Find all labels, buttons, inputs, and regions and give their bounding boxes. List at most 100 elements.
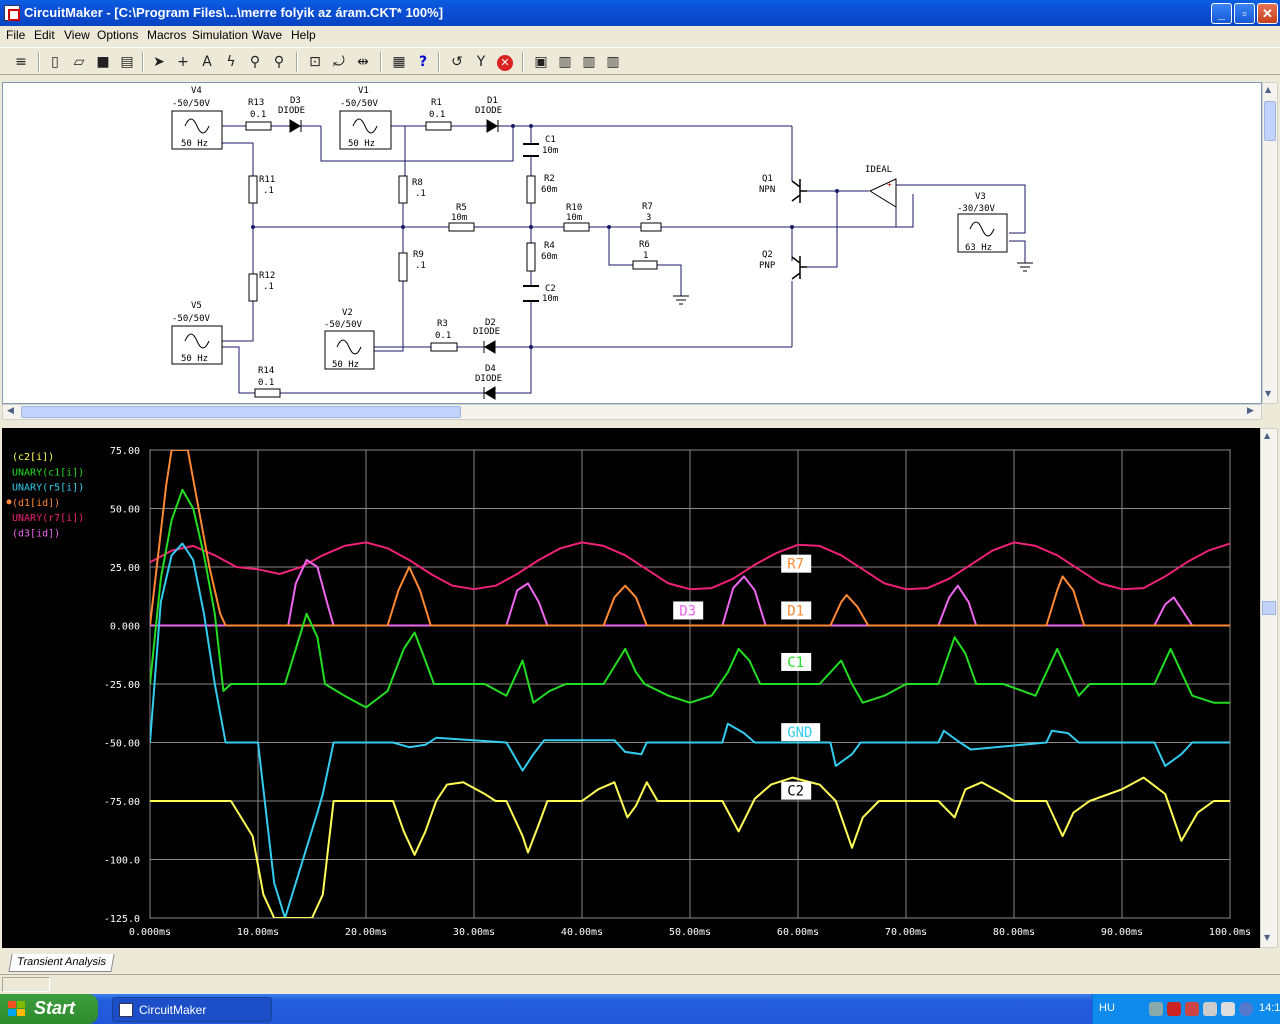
taskbar-item-circuitmaker[interactable]: CircuitMaker — [112, 997, 272, 1022]
close-button[interactable]: ✕ — [1257, 3, 1278, 24]
text-icon[interactable]: A — [196, 51, 218, 73]
y-tick-label: -100.0 — [104, 856, 140, 867]
title-bar: CircuitMaker - [C:\Program Files\...\mer… — [0, 0, 1280, 26]
x-tick-label: 70.00ms — [885, 927, 927, 938]
language-indicator[interactable]: HU — [1099, 1002, 1115, 1014]
svg-text:DIODE: DIODE — [475, 374, 502, 384]
pointer-icon[interactable]: ➤ — [148, 51, 170, 73]
legend-entry: UNARY(c1[i]) — [12, 467, 84, 478]
stop-icon[interactable]: ✕ — [494, 51, 516, 73]
v3-freq: 63 Hz — [965, 243, 992, 253]
network-icon[interactable] — [1149, 1002, 1163, 1016]
new-file-icon[interactable]: ▯ — [44, 51, 66, 73]
menu-help[interactable]: Help — [291, 28, 316, 42]
reset-icon[interactable]: ↺ — [446, 51, 468, 73]
svg-text:R11: R11 — [259, 175, 275, 185]
v1-name: V1 — [358, 86, 369, 96]
svg-text:3: 3 — [646, 213, 651, 223]
waveform-icon[interactable]: ▥ — [554, 51, 576, 73]
x-tick-label: 40.00ms — [561, 927, 603, 938]
transient-chart: 0.000ms 10.00ms 20.00ms 30.00ms 40.00ms 50.00… — [6, 446, 1251, 938]
bluetooth-icon[interactable] — [1239, 1002, 1253, 1016]
svg-text:Q1: Q1 — [762, 174, 773, 184]
v1-freq: 50 Hz — [348, 139, 375, 149]
analysis-setup-icon[interactable]: ▣ — [530, 51, 552, 73]
circuitmaker-icon — [119, 1003, 133, 1017]
x-tick-label: 60.00ms — [777, 927, 819, 938]
tab-transient-analysis[interactable]: Transient Analysis — [8, 954, 115, 972]
status-bar — [0, 974, 1280, 994]
zoom-icon[interactable]: ⚲ — [268, 51, 290, 73]
svg-text:R10: R10 — [566, 203, 582, 213]
scope-icon[interactable]: ▥ — [578, 51, 600, 73]
svg-text:R5: R5 — [456, 203, 467, 213]
menu-bar: File Edit View Options Macros Simulation… — [0, 26, 1280, 45]
v1-range: -50/50V — [340, 99, 379, 109]
svg-text:.1: .1 — [263, 186, 274, 196]
y-tick-label: 0.000 — [110, 622, 140, 633]
v5-range: -50/50V — [172, 314, 211, 324]
y-tick-label: -125.0 — [104, 914, 140, 925]
zoom-fit-icon[interactable]: ⊡ — [304, 51, 326, 73]
safely-remove-icon[interactable] — [1221, 1002, 1235, 1016]
menu-options[interactable]: Options — [97, 28, 138, 42]
svg-text:1: 1 — [643, 251, 648, 261]
menu-simulation[interactable]: Simulation — [192, 28, 248, 42]
rotate-icon[interactable]: ⤾ — [328, 51, 350, 73]
netlist-icon[interactable]: ▦ — [388, 51, 410, 73]
annotation-label: R7 — [787, 557, 804, 573]
waveform-vertical-scrollbar[interactable]: ▲ ▼ — [1260, 428, 1278, 948]
schematic-vertical-scrollbar[interactable]: ▲ ▼ — [1262, 82, 1278, 404]
open-folder-icon[interactable]: ▱ — [68, 51, 90, 73]
clock: 14:16 — [1259, 1002, 1280, 1014]
y-tick-label: 50.00 — [110, 505, 140, 516]
x-tick-label: 90.00ms — [1101, 927, 1143, 938]
volume-icon[interactable] — [1203, 1002, 1217, 1016]
wire-icon[interactable]: + — [172, 51, 194, 73]
v4-name: V4 — [191, 86, 202, 96]
bode-icon[interactable]: ▥ — [602, 51, 624, 73]
svg-text:0.1: 0.1 — [435, 331, 451, 341]
svg-text:0.1: 0.1 — [429, 110, 445, 120]
step-icon[interactable]: Y — [470, 51, 492, 73]
app-icon[interactable] — [4, 5, 20, 21]
svg-text:R3: R3 — [437, 319, 448, 329]
maximize-button[interactable]: ▫ — [1234, 3, 1255, 24]
schematic-horizontal-scrollbar[interactable]: ◀ ▶ — [2, 404, 1262, 420]
x-tick-label: 20.00ms — [345, 927, 387, 938]
y-tick-label: 75.00 — [110, 446, 140, 457]
help-icon[interactable]: ? — [412, 51, 434, 73]
waveform-panel[interactable]: 0.000ms 10.00ms 20.00ms 30.00ms 40.00ms 50.00… — [2, 428, 1260, 948]
minimize-button[interactable]: _ — [1211, 3, 1232, 24]
legend-marker — [6, 499, 12, 505]
mirror-icon[interactable]: ⇹ — [352, 51, 374, 73]
svg-text:10m: 10m — [542, 294, 558, 304]
svg-text:R9: R9 — [413, 250, 424, 260]
menu-wave[interactable]: Wave — [252, 28, 282, 42]
schematic-canvas[interactable]: + V4 -50/50V 50 Hz V1 -50/50V 50 Hz V5 -… — [2, 82, 1262, 404]
svg-text:60m: 60m — [541, 252, 557, 262]
menu-macros[interactable]: Macros — [147, 28, 186, 42]
security-shield-icon[interactable] — [1167, 1002, 1181, 1016]
v4-freq: 50 Hz — [181, 139, 208, 149]
svg-text:.1: .1 — [415, 261, 426, 271]
y-tick-label: -75.00 — [104, 797, 140, 808]
start-button[interactable]: Start — [0, 994, 98, 1024]
menu-edit[interactable]: Edit — [34, 28, 55, 42]
menu-view[interactable]: View — [64, 28, 90, 42]
v3-range: -30/30V — [957, 204, 996, 214]
v2-range: -50/50V — [324, 320, 363, 330]
antivirus-icon[interactable] — [1185, 1002, 1199, 1016]
menu-file[interactable]: File — [6, 28, 25, 42]
system-tray: HU 14:16 — [1092, 994, 1280, 1024]
annotation-label: D3 — [679, 603, 696, 619]
probe-icon[interactable]: ⚲ — [244, 51, 266, 73]
svg-text:60m: 60m — [541, 185, 557, 195]
annotation-label: C2 — [787, 784, 804, 800]
annotation-label: C1 — [787, 655, 804, 671]
x-tick-label: 10.00ms — [237, 927, 279, 938]
print-icon[interactable]: ▤ — [116, 51, 138, 73]
lightning-icon[interactable]: ϟ — [220, 51, 242, 73]
library-icon[interactable]: ≡ — [10, 51, 32, 73]
save-icon[interactable]: ■ — [92, 51, 114, 73]
